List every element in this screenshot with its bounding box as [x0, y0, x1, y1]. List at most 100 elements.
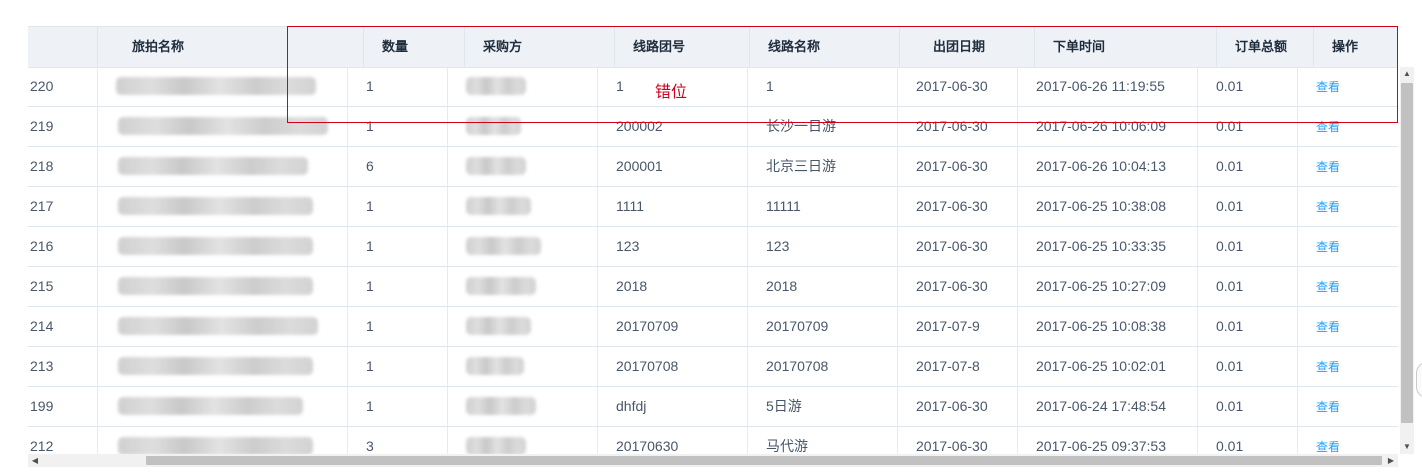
- redacted-text: [118, 157, 308, 175]
- cell-order-total: 0.01: [1198, 267, 1298, 306]
- cell-departure-date: 2017-06-30: [898, 387, 1018, 426]
- header-purchaser[interactable]: 采购方: [465, 27, 615, 67]
- cell-order-time: 2017-06-25 10:38:08: [1018, 187, 1198, 226]
- cell-quantity: 6: [348, 147, 448, 186]
- header-product-name[interactable]: 旅拍名称: [114, 27, 364, 67]
- cell-purchaser-redacted: [448, 387, 598, 426]
- cell-product-name-redacted: [98, 187, 348, 226]
- cell-route-name: 1: [748, 67, 898, 106]
- view-link[interactable]: 查看: [1316, 440, 1340, 454]
- table-row: 219 1 200002 长沙一日游 2017-06-30 2017-06-26 10:0…: [28, 107, 1398, 147]
- cell-departure-date: 2017-06-30: [898, 67, 1018, 106]
- redacted-text: [466, 317, 531, 335]
- cell-order-total: 0.01: [1198, 187, 1298, 226]
- view-link[interactable]: 查看: [1316, 160, 1340, 174]
- cell-departure-date: 2017-06-30: [898, 267, 1018, 306]
- header-actions: 操作: [1332, 39, 1359, 54]
- cell-route-name: 5日游: [748, 387, 898, 426]
- redacted-text: [116, 77, 316, 95]
- cell-tour-number: 200001: [598, 147, 748, 186]
- table-row: 220 1 1 1 2017-06-30 2017-06-26 11:19:55 0.01 查…: [28, 67, 1398, 107]
- header-tour-number[interactable]: 线路团号: [615, 27, 750, 67]
- cell-product-name-redacted: [98, 347, 348, 386]
- view-link[interactable]: 查看: [1316, 200, 1340, 214]
- cell-order-time: 2017-06-25 10:33:35: [1018, 227, 1198, 266]
- table-header: 旅拍名称 数量 采购方 线路团号 线路名称 出团日期 下单时间 订单总额 操作: [28, 26, 1398, 68]
- redacted-text: [118, 317, 318, 335]
- view-link[interactable]: 查看: [1316, 360, 1340, 374]
- cell-quantity: 1: [348, 267, 448, 306]
- view-link[interactable]: 查看: [1316, 80, 1340, 94]
- vertical-scrollbar[interactable]: ▲ ▼: [1400, 67, 1414, 454]
- cell-actions: 查看: [1298, 67, 1398, 106]
- header-departure-date[interactable]: 出团日期: [915, 27, 1035, 67]
- cell-id: 199: [28, 387, 98, 426]
- cell-order-time: 2017-06-26 11:19:55: [1018, 67, 1198, 106]
- cell-product-name-redacted: [98, 387, 348, 426]
- redacted-text: [466, 357, 524, 375]
- view-link[interactable]: 查看: [1316, 280, 1340, 294]
- cell-order-total: 0.01: [1198, 107, 1298, 146]
- cell-purchaser-redacted: [448, 307, 598, 346]
- view-link[interactable]: 查看: [1316, 400, 1340, 414]
- cell-product-name-redacted: [98, 267, 348, 306]
- view-link[interactable]: 查看: [1316, 240, 1340, 254]
- triangle-down-icon[interactable]: ▼: [1402, 440, 1412, 454]
- cell-order-total: 0.01: [1198, 307, 1298, 346]
- cell-id: 219: [28, 107, 98, 146]
- cell-route-name: 2018: [748, 267, 898, 306]
- cell-purchaser-redacted: [448, 347, 598, 386]
- cell-product-name-redacted: [98, 67, 348, 106]
- cell-tour-number: 2018: [598, 267, 748, 306]
- header-route-name[interactable]: 线路名称: [750, 27, 900, 67]
- header-id: [28, 27, 98, 67]
- redacted-text: [118, 357, 313, 375]
- cell-id: 216: [28, 227, 98, 266]
- cell-tour-number: 200002: [598, 107, 748, 146]
- redacted-text: [466, 77, 526, 95]
- cell-product-name-redacted: [98, 227, 348, 266]
- cell-departure-date: 2017-07-8: [898, 347, 1018, 386]
- header-quantity[interactable]: 数量: [364, 27, 465, 67]
- cell-departure-date: 2017-07-9: [898, 307, 1018, 346]
- horizontal-scroll-thumb[interactable]: [146, 456, 1382, 465]
- cell-actions: 查看: [1298, 347, 1398, 386]
- cell-departure-date: 2017-06-30: [898, 107, 1018, 146]
- cell-order-time: 2017-06-26 10:06:09: [1018, 107, 1198, 146]
- table-row: 212 3 20170630 马代游 2017-06-30 2017-06-25 09:3…: [28, 427, 1398, 454]
- cell-order-time: 2017-06-26 10:04:13: [1018, 147, 1198, 186]
- view-link[interactable]: 查看: [1316, 320, 1340, 334]
- cell-id: 220: [28, 67, 98, 106]
- cell-id: 218: [28, 147, 98, 186]
- header-order-time[interactable]: 下单时间: [1035, 27, 1217, 67]
- table-row: 213 1 20170708 20170708 2017-07-8 2017-06-25 …: [28, 347, 1398, 387]
- cell-quantity: 1: [348, 307, 448, 346]
- redacted-text: [118, 277, 313, 295]
- triangle-left-icon[interactable]: ◀: [28, 454, 42, 467]
- table-row: 199 1 dhfdj 5日游 2017-06-30 2017-06-24 17:48:5…: [28, 387, 1398, 427]
- redacted-text: [466, 117, 521, 135]
- header-order-total[interactable]: 订单总额: [1217, 27, 1314, 67]
- table-row: 215 1 2018 2018 2017-06-30 2017-06-25 10:27:0…: [28, 267, 1398, 307]
- side-widget-edge[interactable]: [1416, 362, 1422, 398]
- cell-order-time: 2017-06-25 10:08:38: [1018, 307, 1198, 346]
- cell-actions: 查看: [1298, 187, 1398, 226]
- cell-product-name-redacted: [98, 147, 348, 186]
- redacted-text: [466, 237, 541, 255]
- order-table-view: 旅拍名称 数量 采购方 线路团号 线路名称 出团日期 下单时间 订单总额 操作 …: [0, 0, 1422, 474]
- cell-product-name-redacted: [98, 107, 348, 146]
- cell-route-name: 11111: [748, 187, 898, 226]
- triangle-right-icon[interactable]: ▶: [1384, 454, 1398, 467]
- triangle-up-icon[interactable]: ▲: [1402, 67, 1412, 81]
- view-link[interactable]: 查看: [1316, 120, 1340, 134]
- cell-quantity: 1: [348, 347, 448, 386]
- horizontal-scrollbar[interactable]: ◀ ▶: [28, 454, 1398, 467]
- cell-id: 217: [28, 187, 98, 226]
- redacted-text: [466, 397, 536, 415]
- cell-quantity: 3: [348, 427, 448, 454]
- misalignment-label: 错位: [655, 82, 688, 101]
- cell-purchaser-redacted: [448, 187, 598, 226]
- cell-quantity: 1: [348, 187, 448, 226]
- vertical-scroll-thumb[interactable]: [1401, 83, 1413, 423]
- redacted-text: [466, 277, 536, 295]
